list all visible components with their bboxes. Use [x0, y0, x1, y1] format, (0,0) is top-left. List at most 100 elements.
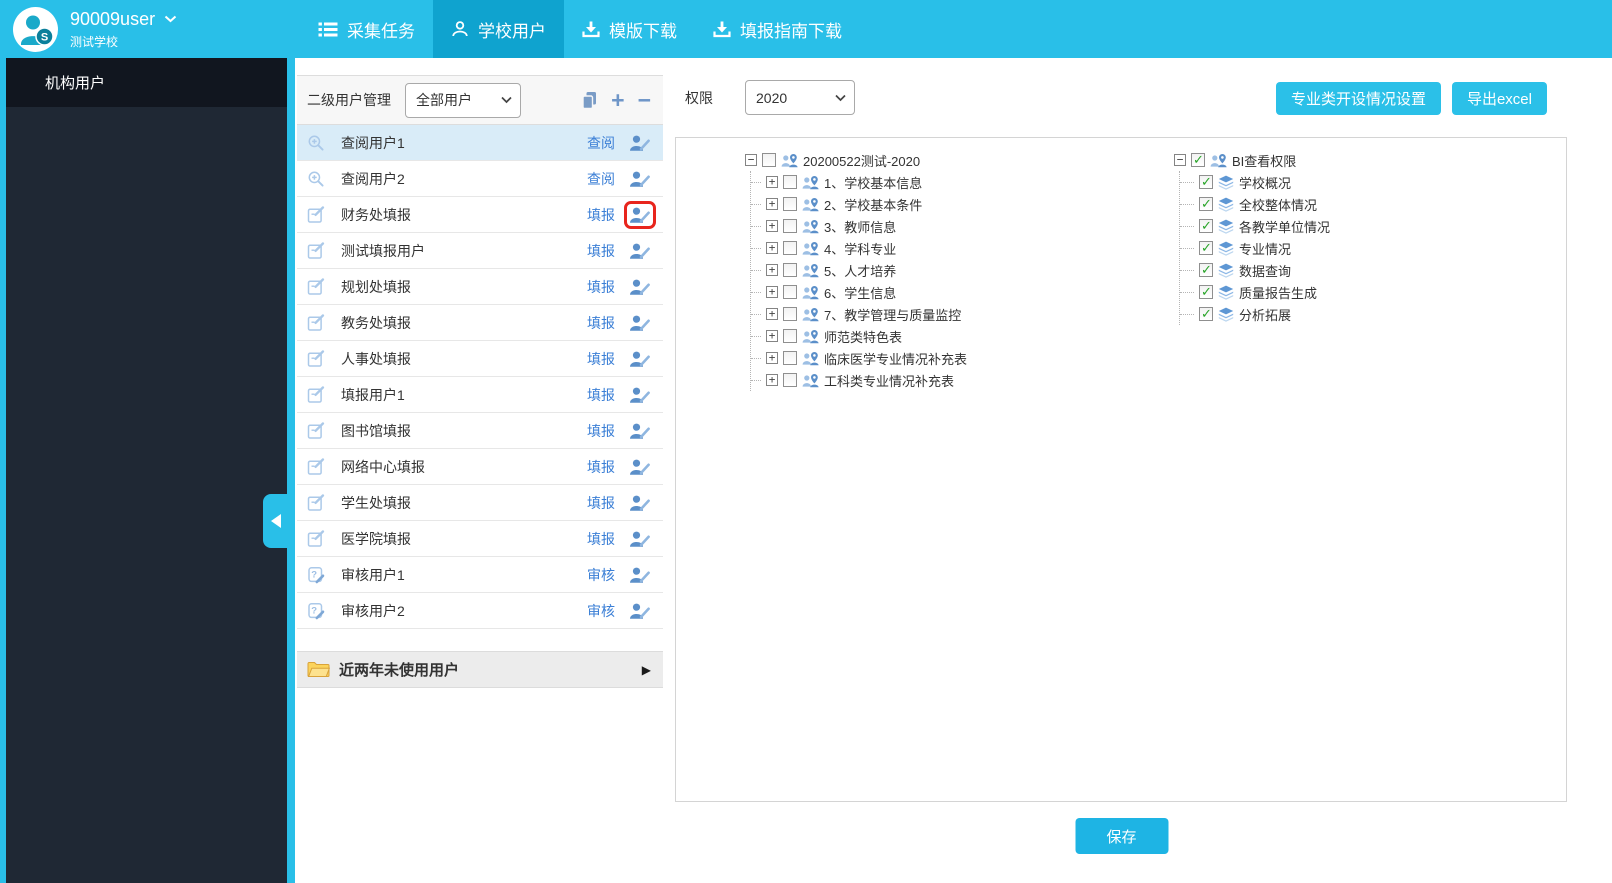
form-tree-node[interactable]: + 工科类专业情况补充表	[751, 369, 967, 391]
user-row[interactable]: ? 财务处填报 填报	[297, 197, 663, 233]
nav-tab-collection-tasks[interactable]: 采集任务	[300, 0, 433, 58]
checkbox[interactable]	[762, 153, 776, 167]
tree-node-label[interactable]: 数据查询	[1239, 261, 1291, 280]
tree-node-label[interactable]: 4、学科专业	[824, 239, 896, 258]
tree-root-label[interactable]: 20200522测试-2020	[803, 151, 920, 170]
expand-toggle-icon[interactable]: +	[766, 374, 778, 386]
edit-user-icon[interactable]	[624, 200, 656, 229]
bi-tree-node[interactable]: 数据查询	[1180, 259, 1330, 281]
checkbox-checked[interactable]	[1199, 174, 1213, 190]
expand-toggle-icon[interactable]: +	[766, 242, 778, 254]
export-excel-button[interactable]: 导出excel	[1451, 82, 1547, 115]
expand-toggle-icon[interactable]: +	[766, 352, 778, 364]
unused-users-bar[interactable]: 近两年未使用用户 ▶	[297, 651, 663, 688]
form-tree-node[interactable]: + 5、人才培养	[751, 259, 967, 281]
user-row[interactable]: ? 规划处填报 填报	[297, 269, 663, 305]
checkbox[interactable]	[783, 197, 797, 211]
expand-toggle-icon[interactable]: +	[766, 330, 778, 342]
expand-toggle-icon[interactable]: +	[766, 176, 778, 188]
form-tree-node[interactable]: + 师范类特色表	[751, 325, 967, 347]
tree-root-row[interactable]: − 20200522测试-2020	[745, 149, 967, 171]
user-row[interactable]: ? 医学院填报 填报	[297, 521, 663, 557]
tree-node-label[interactable]: 工科类专业情况补充表	[824, 371, 954, 390]
form-tree-node[interactable]: + 2、学校基本条件	[751, 193, 967, 215]
edit-user-icon[interactable]	[629, 602, 651, 620]
tree-node-label[interactable]: 学校概况	[1239, 173, 1291, 192]
tree-node-label[interactable]: 分析拓展	[1239, 305, 1291, 324]
checkbox[interactable]	[783, 263, 797, 277]
user-row[interactable]: ? 审核用户1 审核	[297, 557, 663, 593]
tree-node-label[interactable]: 专业情况	[1239, 239, 1291, 258]
edit-user-icon[interactable]	[629, 494, 651, 512]
edit-user-icon[interactable]	[629, 350, 651, 368]
expand-toggle-icon[interactable]: +	[766, 308, 778, 320]
checkbox-checked[interactable]	[1191, 152, 1205, 168]
bi-tree-node[interactable]: 各教学单位情况	[1180, 215, 1330, 237]
checkbox[interactable]	[783, 241, 797, 255]
nav-tab-guide-download[interactable]: 填报指南下载	[695, 0, 860, 58]
checkbox-checked[interactable]	[1199, 262, 1213, 278]
tree-node-label[interactable]: 各教学单位情况	[1239, 217, 1330, 236]
checkbox[interactable]	[783, 307, 797, 321]
checkbox-checked[interactable]	[1199, 218, 1213, 234]
form-tree-node[interactable]: + 临床医学专业情况补充表	[751, 347, 967, 369]
user-row[interactable]: ? 填报用户1 填报	[297, 377, 663, 413]
tree-node-label[interactable]: 6、学生信息	[824, 283, 896, 302]
checkbox[interactable]	[783, 219, 797, 233]
expand-toggle-icon[interactable]: +	[766, 264, 778, 276]
collapse-toggle-icon[interactable]: −	[745, 154, 757, 166]
tree-root-label[interactable]: BI查看权限	[1232, 151, 1296, 170]
tree-node-label[interactable]: 临床医学专业情况补充表	[824, 349, 967, 368]
form-tree-node[interactable]: + 4、学科专业	[751, 237, 967, 259]
tree-node-label[interactable]: 2、学校基本条件	[824, 195, 922, 214]
checkbox-checked[interactable]	[1199, 306, 1213, 322]
nav-tab-school-users[interactable]: 学校用户	[433, 0, 564, 58]
user-row[interactable]: ? 学生处填报 填报	[297, 485, 663, 521]
user-row[interactable]: ? 测试填报用户 填报	[297, 233, 663, 269]
checkbox-checked[interactable]	[1199, 240, 1213, 256]
user-filter-select[interactable]: 全部用户	[405, 82, 521, 118]
form-tree-node[interactable]: + 7、教学管理与质量监控	[751, 303, 967, 325]
tree-root-row[interactable]: − BI查看权限	[1174, 149, 1330, 171]
edit-user-icon[interactable]	[629, 278, 651, 296]
checkbox[interactable]	[783, 329, 797, 343]
add-user-icon[interactable]: +	[611, 89, 624, 112]
edit-user-icon[interactable]	[629, 242, 651, 260]
current-user-menu[interactable]: S 90009user 测试学校	[13, 6, 177, 52]
user-row[interactable]: ? 查阅用户1 查阅	[297, 125, 663, 161]
tree-node-label[interactable]: 1、学校基本信息	[824, 173, 922, 192]
bi-tree-node[interactable]: 学校概况	[1180, 171, 1330, 193]
remove-user-icon[interactable]: −	[638, 89, 651, 112]
collapse-toggle-icon[interactable]: −	[1174, 154, 1186, 166]
checkbox-checked[interactable]	[1199, 196, 1213, 212]
bi-tree-node[interactable]: 专业情况	[1180, 237, 1330, 259]
save-button[interactable]: 保存	[1075, 818, 1168, 854]
checkbox-checked[interactable]	[1199, 284, 1213, 300]
user-row[interactable]: ? 网络中心填报 填报	[297, 449, 663, 485]
form-tree-node[interactable]: + 3、教师信息	[751, 215, 967, 237]
bi-tree-node[interactable]: 分析拓展	[1180, 303, 1330, 325]
nav-tab-template-download[interactable]: 模版下载	[564, 0, 695, 58]
tree-node-label[interactable]: 3、教师信息	[824, 217, 896, 236]
edit-user-icon[interactable]	[629, 170, 651, 188]
user-row[interactable]: ? 查阅用户2 查阅	[297, 161, 663, 197]
major-settings-button[interactable]: 专业类开设情况设置	[1275, 82, 1441, 115]
checkbox[interactable]	[783, 373, 797, 387]
user-row[interactable]: ? 图书馆填报 填报	[297, 413, 663, 449]
checkbox[interactable]	[783, 285, 797, 299]
user-row[interactable]: ? 审核用户2 审核	[297, 593, 663, 629]
checkbox[interactable]	[783, 175, 797, 189]
expand-toggle-icon[interactable]: +	[766, 220, 778, 232]
edit-user-icon[interactable]	[629, 386, 651, 404]
edit-user-icon[interactable]	[629, 530, 651, 548]
user-row[interactable]: ? 教务处填报 填报	[297, 305, 663, 341]
sidebar-collapse-handle[interactable]	[263, 494, 289, 548]
tree-node-label[interactable]: 7、教学管理与质量监控	[824, 305, 961, 324]
bi-tree-node[interactable]: 质量报告生成	[1180, 281, 1330, 303]
sidebar-item-org-users[interactable]: 机构用户	[6, 58, 287, 107]
bi-tree-node[interactable]: 全校整体情况	[1180, 193, 1330, 215]
copy-user-icon[interactable]	[581, 91, 598, 110]
checkbox[interactable]	[783, 351, 797, 365]
edit-user-icon[interactable]	[629, 314, 651, 332]
user-row[interactable]: ? 人事处填报 填报	[297, 341, 663, 377]
